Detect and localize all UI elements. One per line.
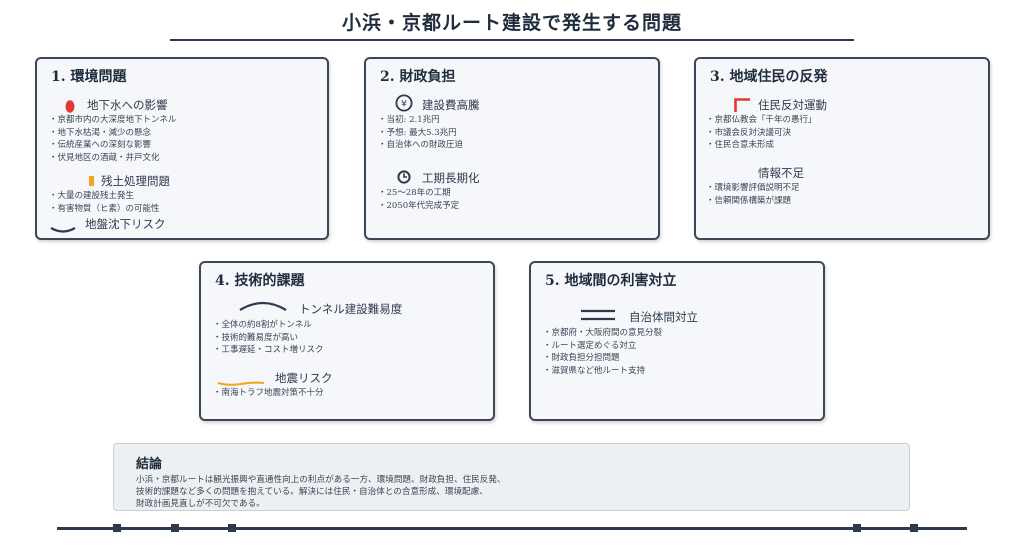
conclusion-title: 結論 xyxy=(136,457,163,472)
water-drop-icon xyxy=(65,98,75,113)
card-regional-conflict: 5. 地域間の利害対立 自治体間対立 ・京都府・大阪府間の意見分裂 ・ルート選定… xyxy=(529,261,825,421)
section-label: 工期長期化 xyxy=(422,171,480,185)
conclusion-line: 財政計画見直しが不可欠である。 xyxy=(136,499,265,509)
section-label: 住民反対運動 xyxy=(758,98,827,112)
tunnel-arch-icon xyxy=(238,297,288,311)
section-label: 地盤沈下リスク xyxy=(85,217,166,231)
section-label: 自治体間対立 xyxy=(629,310,698,324)
list-item: ・環境影響評価説明不足 xyxy=(706,183,800,193)
card-title: 4. 技術的課題 xyxy=(215,273,305,289)
section-label: 残土処理問題 xyxy=(101,174,170,188)
section-list: ・25～28年の工期 ・2050年代完成予定 xyxy=(378,187,459,212)
section-label: 地下水への影響 xyxy=(87,98,168,112)
list-item: ・京都市内の大深度地下トンネル xyxy=(49,115,177,125)
list-item: ・技術的難易度が高い xyxy=(213,332,299,343)
list-item: ・自治体への財政圧迫 xyxy=(378,140,464,150)
card-technical: 4. 技術的課題 トンネル建設難易度 ・全体の約8割がトンネル ・技術的難易度が… xyxy=(199,261,495,421)
list-item: ・大量の建設残土発生 xyxy=(49,191,135,201)
section-list: ・京都府・大阪府間の意見分裂 ・ルート選定めぐる対立 ・財政負担分担問題 ・滋賀… xyxy=(543,327,662,377)
card-title: 1. 環境問題 xyxy=(51,69,127,85)
list-item: ・ルート選定めぐる対立 xyxy=(543,340,637,351)
list-item: ・市議会反対決議可決 xyxy=(706,127,792,138)
yen-icon: ¥ xyxy=(395,94,413,112)
conclusion-line: 小浜・京都ルートは観光振興や直通性向上の利点がある一方、環境問題、財政負担、住民… xyxy=(136,475,506,485)
section-list: ・南海トラフ地震対策不十分 xyxy=(213,387,324,400)
list-item: ・伏見地区の酒蔵・井戸文化 xyxy=(49,152,160,163)
rule-marker xyxy=(113,524,121,532)
section-label: 地震リスク xyxy=(275,371,333,385)
list-item: ・南海トラフ地震対策不十分 xyxy=(213,388,324,398)
list-item: ・全体の約8割がトンネル xyxy=(213,320,312,330)
card-title: 5. 地域間の利害対立 xyxy=(545,273,677,289)
section-label: 情報不足 xyxy=(758,166,804,180)
clock-icon xyxy=(397,169,411,184)
title-underline xyxy=(170,39,854,41)
bottom-rule xyxy=(57,527,967,530)
section-list: ・全体の約8割がトンネル ・技術的難易度が高い ・工事遅延・コスト増リスク xyxy=(213,319,324,357)
rule-marker xyxy=(228,524,236,532)
section-list: ・当初: 2.1兆円 ・予想: 最大5.3兆円 ・自治体への財政圧迫 xyxy=(378,114,463,152)
divide-lines-icon xyxy=(581,306,615,321)
soil-bar-icon xyxy=(89,176,94,186)
section-list: ・京都市内の大深度地下トンネル ・地下水枯渇・減少の懸念 ・伝統産業への深刻な影… xyxy=(49,114,176,164)
seismic-wave-icon xyxy=(217,373,265,386)
card-finance: 2. 財政負担 ¥ 建設費高騰 ・当初: 2.1兆円 ・予想: 最大5.3兆円 … xyxy=(364,57,660,240)
list-item: ・当初: 2.1兆円 xyxy=(378,115,440,125)
list-item: ・予想: 最大5.3兆円 xyxy=(378,127,457,138)
section-list: ・環境影響評価説明不足 ・信頼関係構築が課題 xyxy=(706,182,800,207)
flag-icon xyxy=(734,97,750,112)
list-item: ・住民合意未形成 xyxy=(706,140,775,150)
card-residents: 3. 地域住民の反発 住民反対運動 ・京都仏教会「千年の愚行」 ・市議会反対決議… xyxy=(694,57,990,240)
card-title: 3. 地域住民の反発 xyxy=(710,69,828,85)
rule-marker xyxy=(171,524,179,532)
card-title: 2. 財政負担 xyxy=(380,69,456,85)
section-list: ・大量の建設残土発生 ・有害物質（ヒ素）の可能性 xyxy=(49,190,160,215)
list-item: ・伝統産業への深刻な影響 xyxy=(49,140,152,150)
ground-curve-icon xyxy=(50,219,76,233)
conclusion-box: 結論 小浜・京都ルートは観光振興や直通性向上の利点がある一方、環境問題、財政負担… xyxy=(113,443,910,511)
list-item: ・地下水枯渇・減少の懸念 xyxy=(49,127,152,138)
list-item: ・25～28年の工期 xyxy=(378,188,451,198)
list-item: ・有害物質（ヒ素）の可能性 xyxy=(49,203,160,214)
rule-marker xyxy=(853,524,861,532)
svg-text:¥: ¥ xyxy=(401,100,407,110)
page-title: 小浜・京都ルート建設で発生する問題 xyxy=(341,12,682,34)
section-label: トンネル建設難易度 xyxy=(299,302,403,316)
section-list: ・京都仏教会「千年の愚行」 ・市議会反対決議可決 ・住民合意未形成 xyxy=(706,114,817,152)
list-item: ・滋賀県など他ルート支持 xyxy=(543,365,646,376)
list-item: ・財政負担分担問題 xyxy=(543,353,620,363)
list-item: ・京都府・大阪府間の意見分裂 xyxy=(543,328,663,338)
conclusion-body: 小浜・京都ルートは観光振興や直通性向上の利点がある一方、環境問題、財政負担、住民… xyxy=(136,474,506,510)
card-environment: 1. 環境問題 地下水への影響 ・京都市内の大深度地下トンネル ・地下水枯渇・減… xyxy=(35,57,329,240)
rule-marker xyxy=(910,524,918,532)
conclusion-line: 技術的課題など多くの問題を抱えている。解決には住民・自治体との合意形成、環境配慮… xyxy=(136,487,488,497)
list-item: ・工事遅延・コスト増リスク xyxy=(213,345,324,355)
list-item: ・2050年代完成予定 xyxy=(378,200,460,211)
section-label: 建設費高騰 xyxy=(422,98,480,112)
list-item: ・信頼関係構築が課題 xyxy=(706,195,792,206)
list-item: ・京都仏教会「千年の愚行」 xyxy=(706,115,817,125)
